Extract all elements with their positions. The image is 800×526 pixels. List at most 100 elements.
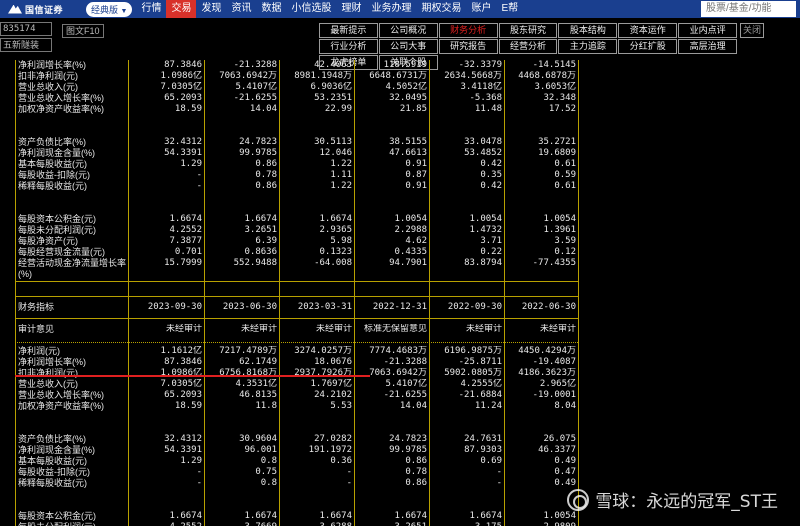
table-cell: 12.046 [319, 148, 352, 158]
nav-item[interactable]: 期权交易 [416, 0, 466, 18]
main-nav: 行情 交易 发现 资讯 数据 小信选股 理财 业务办理 期权交易 账户 E帮 [136, 0, 523, 18]
row-label: 加权净资产收益率(%) [18, 104, 104, 114]
table-cell: 0.8 [260, 456, 277, 466]
nav-item[interactable]: 资讯 [226, 0, 256, 18]
table-cell: 1.0054 [394, 214, 427, 224]
tab[interactable]: 研究报告 [438, 39, 498, 54]
table-cell: -21.6255 [233, 93, 277, 103]
table-cell: 14.04 [399, 401, 427, 411]
table-cell: 标准无保留意见 [363, 324, 427, 334]
table-cell: 47.6613 [389, 148, 427, 158]
table-cell: 未经审计 [165, 324, 202, 334]
table-cell: 1.4732 [469, 225, 502, 235]
table-cell: 3.2651 [244, 225, 277, 235]
tab[interactable]: 股本结构 [558, 23, 618, 38]
table-cell: 2023-06-30 [222, 302, 277, 312]
tab[interactable]: 行业分析 [319, 39, 378, 54]
table-cell: 0.61 [554, 159, 576, 169]
table-cell: 3.175 [429, 522, 504, 526]
stock-code-field[interactable]: 835174 [0, 22, 52, 36]
row-label: 每股资本公积金(元) [18, 214, 96, 224]
nav-item[interactable]: 业务办理 [366, 0, 416, 18]
table-cell: 4450.4294万 [518, 346, 576, 356]
table-cell: 3.59 [554, 236, 576, 246]
tab[interactable]: 业内点评 [678, 23, 737, 38]
tab[interactable]: 股东研究 [498, 23, 558, 38]
table-row: 资产负债比率(%) 32.4312 30.9604 27.0282 24.7823 24.… [15, 434, 578, 445]
table-cell: 18.59 [174, 401, 202, 411]
search-input[interactable] [701, 1, 796, 17]
nav-item[interactable]: 发现 [196, 0, 226, 18]
nav-item[interactable]: 小信选股 [286, 0, 336, 18]
table-cell: 94.7901 [389, 258, 427, 268]
table-cell: 0.42 [480, 181, 502, 191]
table-cell: 2022-09-30 [447, 302, 502, 312]
tab[interactable]: 主力追踪 [558, 39, 618, 54]
table-cell: 0.86 [255, 181, 277, 191]
nav-item[interactable]: 账户 [466, 0, 496, 18]
table-row: 审计意见 未经审计 未经审计 未经审计 标准无保留意见 未经审计 未经审计 [15, 324, 578, 335]
table-cell: 5.4107亿 [385, 379, 427, 389]
table-cell: 0.8 [260, 478, 277, 488]
table-cell: 0.4335 [394, 247, 427, 257]
table-cell: 7063.6942万 [369, 368, 427, 378]
tab[interactable]: 经营分析 [498, 39, 558, 54]
table-cell: 1.6674 [169, 511, 202, 521]
table-cell: - [196, 467, 202, 477]
table-row: 加权净资产收益率(%) 18.59 14.04 22.99 21.85 11.48 17.5… [15, 104, 578, 115]
tab[interactable]: 最新提示 [319, 23, 378, 38]
table-row: 每股净资产(元) 7.3877 6.39 5.98 4.62 3.71 3.59 [15, 236, 578, 247]
row-label: 营业总收入增长率(%) [18, 93, 104, 103]
nav-item[interactable]: 交易 [166, 0, 197, 18]
table-row: 财务指标 2023-09-30 2023-06-30 2023-03-31 2022-1… [15, 302, 578, 313]
nav-item[interactable]: E帮 [496, 0, 523, 18]
table-cell: 7774.4683万 [369, 346, 427, 356]
edition-switch-button[interactable]: 经典版 ▼ [86, 1, 133, 17]
table-row: 净利润增长率(%) 87.3846 -21.3288 42.4063 118.5919 -… [15, 60, 578, 71]
row-label: 净利润增长率(%) [18, 60, 86, 70]
tab[interactable]: 公司大事 [378, 39, 438, 54]
edition-label: 经典版 [91, 4, 119, 15]
table-cell: 0.1323 [319, 247, 352, 257]
table-cell: - [496, 467, 502, 477]
table-row: 净利润现金含量(%) 54.3391 96.001 191.1972 99.9785 87… [15, 445, 578, 456]
tab[interactable]: 财务分析 [438, 23, 498, 38]
row-label: 财务指标 [18, 302, 55, 312]
table-cell: 1.6674 [394, 511, 427, 521]
tab[interactable]: 资本运作 [618, 23, 678, 38]
table-cell: 未经审计 [539, 324, 576, 334]
table-cell: 未经审计 [465, 324, 502, 334]
row-label: 营业总收入(元) [18, 82, 78, 92]
table-cell: 0.69 [480, 456, 502, 466]
table-cell: 17.52 [548, 104, 576, 114]
table-cell: 54.3391 [164, 445, 202, 455]
row-label: 营业总收入增长率(%) [18, 390, 104, 400]
table-cell: 0.78 [255, 170, 277, 180]
tab[interactable]: 公司概况 [378, 23, 438, 38]
nav-item[interactable]: 行情 [136, 0, 166, 18]
table-cell: 19.6809 [538, 148, 576, 158]
nav-item[interactable]: 理财 [336, 0, 366, 18]
row-label: 稀释每股收益(元) [18, 181, 87, 191]
table-cell: 4186.3623万 [518, 368, 576, 378]
table-cell: 0.59 [554, 170, 576, 180]
f10-button[interactable]: 图文F10 [62, 24, 104, 38]
table-cell: 3.4118亿 [460, 82, 502, 92]
tab[interactable]: 分红扩股 [618, 39, 678, 54]
table-cell: 1.7697亿 [310, 379, 352, 389]
close-button[interactable]: 关闭 [740, 23, 764, 38]
table-cell: 87.9303 [464, 445, 502, 455]
table-cell: 87.3846 [164, 60, 202, 70]
table-cell: 0.701 [174, 247, 202, 257]
table-cell: 1.22 [330, 159, 352, 169]
table-cell: 3.7669 [204, 522, 279, 526]
row-label: 加权净资产收益率(%) [18, 401, 104, 411]
tab[interactable]: 高层治理 [678, 39, 737, 54]
table-cell: 0.61 [554, 181, 576, 191]
nav-item[interactable]: 数据 [256, 0, 286, 18]
logo-text: 国信证券 [25, 4, 64, 15]
